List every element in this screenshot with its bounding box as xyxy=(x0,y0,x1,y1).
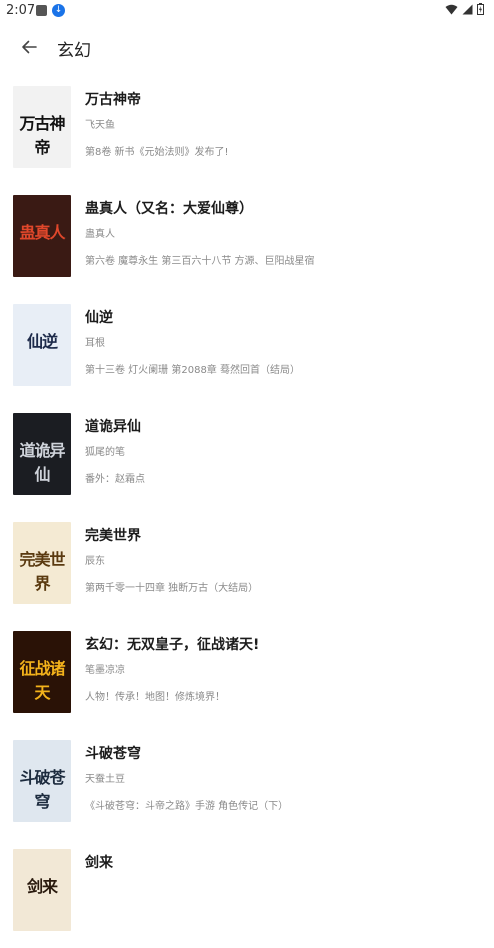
book-cover: 道诡异仙 xyxy=(13,413,71,495)
book-title: 剑来 xyxy=(85,855,113,871)
book-title: 蛊真人（又名：大爱仙尊） xyxy=(85,201,253,217)
book-list-item[interactable]: 仙逆 仙逆 耳根 第十三卷 灯火阑珊 第2088章 蓦然回首（结局） xyxy=(0,294,494,403)
book-title: 完美世界 xyxy=(85,528,141,544)
book-list-item[interactable]: 完美世界 完美世界 辰东 第两千零一十四章 独断万古（大结局） xyxy=(0,512,494,621)
book-list-item[interactable]: 剑来 剑来 xyxy=(0,839,494,948)
book-author: 天蚕土豆 xyxy=(85,774,125,785)
book-author: 辰东 xyxy=(85,556,105,567)
book-cover: 斗破苍穹 xyxy=(13,740,71,822)
book-author: 笔墨凉凉 xyxy=(85,665,125,676)
status-time: 2:07 xyxy=(6,3,36,18)
book-title: 玄幻：无双皇子，征战诸天! xyxy=(85,637,260,653)
book-title: 仙逆 xyxy=(85,310,113,326)
book-latest-chapter: 第两千零一十四章 独断万古（大结局） xyxy=(85,583,259,594)
battery-icon xyxy=(477,3,484,15)
arrow-left-icon xyxy=(22,40,37,54)
book-cover: 完美世界 xyxy=(13,522,71,604)
status-right-group xyxy=(445,3,484,15)
book-cover: 蛊真人 xyxy=(13,195,71,277)
book-cover-text: 斗破苍穹 xyxy=(19,768,65,811)
android-notification-icon xyxy=(36,5,47,16)
book-cover-text: 征战诸天 xyxy=(19,659,65,702)
signal-icon xyxy=(462,4,473,14)
download-icon: ↓ xyxy=(52,4,65,17)
book-cover-text: 蛊真人 xyxy=(19,223,65,242)
book-latest-chapter: 人物！传承！地图！修炼境界！ xyxy=(85,692,225,703)
book-author: 飞天鱼 xyxy=(85,120,115,131)
book-cover-text: 万古神帝 xyxy=(19,114,65,157)
book-author: 狐尾的笔 xyxy=(85,447,125,458)
wifi-icon xyxy=(445,4,458,14)
book-cover: 征战诸天 xyxy=(13,631,71,713)
book-title: 道诡异仙 xyxy=(85,419,141,435)
status-bar: 2:07 ↓ xyxy=(0,0,494,22)
book-title: 万古神帝 xyxy=(85,92,141,108)
back-button[interactable] xyxy=(14,32,44,62)
book-list-item[interactable]: 斗破苍穹 斗破苍穹 天蚕土豆 《斗破苍穹：斗帝之路》手游 角色传记（下） xyxy=(0,730,494,839)
book-list-item[interactable]: 道诡异仙 道诡异仙 狐尾的笔 番外：赵霜点 xyxy=(0,403,494,512)
book-cover-text: 道诡异仙 xyxy=(19,441,65,484)
page-title: 玄幻 xyxy=(57,41,91,61)
book-latest-chapter: 第十三卷 灯火阑珊 第2088章 蓦然回首（结局） xyxy=(85,365,300,376)
book-latest-chapter: 《斗破苍穹：斗帝之路》手游 角色传记（下） xyxy=(85,801,289,812)
book-cover: 万古神帝 xyxy=(13,86,71,168)
book-list-item[interactable]: 万古神帝 万古神帝 飞天鱼 第8卷 新书《元始法则》发布了! xyxy=(0,76,494,185)
book-cover-text: 仙逆 xyxy=(26,332,58,351)
book-cover: 剑来 xyxy=(13,849,71,931)
book-author: 耳根 xyxy=(85,338,105,349)
book-latest-chapter: 第六卷 魔尊永生 第三百六十八节 方源、巨阳战星宿 xyxy=(85,256,315,267)
book-cover-text: 完美世界 xyxy=(19,550,65,593)
book-title: 斗破苍穹 xyxy=(85,746,141,762)
book-list-item[interactable]: 蛊真人 蛊真人（又名：大爱仙尊） 蛊真人第六卷 魔尊永生 第三百六十八节 方源、巨阳… xyxy=(0,185,494,294)
book-list: 万古神帝 万古神帝 飞天鱼 第8卷 新书《元始法则》发布了! 蛊真人 蛊真人（又名：大爱仙… xyxy=(0,76,494,948)
app-bar: 玄幻 xyxy=(0,22,494,70)
book-cover-text: 剑来 xyxy=(26,877,58,896)
book-latest-chapter: 番外：赵霜点 xyxy=(85,474,145,485)
book-latest-chapter: 第8卷 新书《元始法则》发布了! xyxy=(85,147,229,158)
book-author: 蛊真人 xyxy=(85,229,115,240)
book-list-item[interactable]: 征战诸天 玄幻：无双皇子，征战诸天! 笔墨凉凉人物！传承！地图！修炼境界！ xyxy=(0,621,494,730)
book-cover: 仙逆 xyxy=(13,304,71,386)
